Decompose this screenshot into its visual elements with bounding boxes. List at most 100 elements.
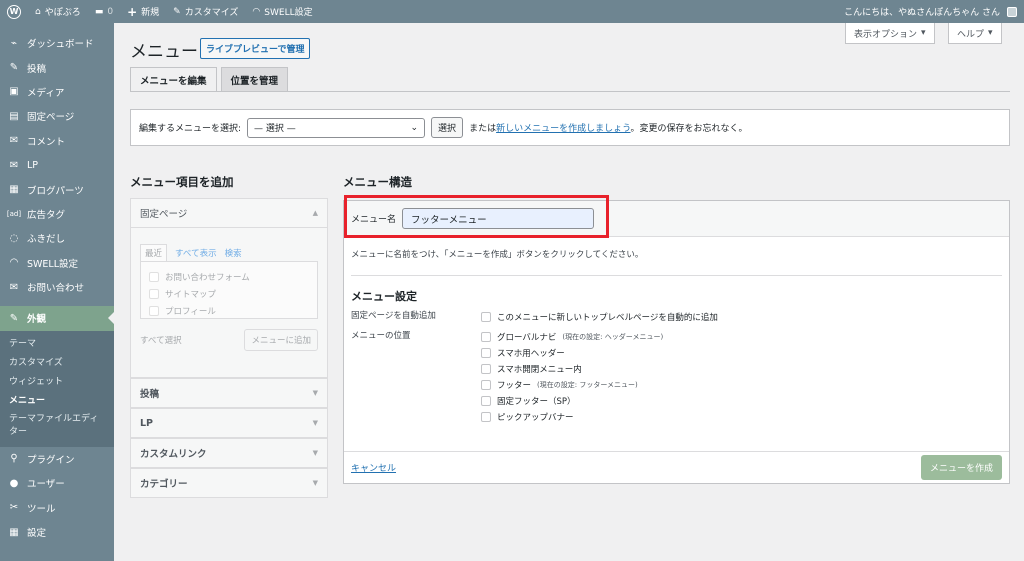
select-menu-bar: 編集するメニューを選択: — 選択 — ⌄ 選択 または新しいメニューを作成しまし… — [130, 109, 1010, 146]
avatar — [1007, 6, 1017, 17]
list-item[interactable]: サイトマップ — [149, 285, 309, 302]
select-menu-label: 編集するメニューを選択: — [139, 124, 242, 134]
checkbox[interactable] — [481, 364, 491, 374]
submenu-theme-editor[interactable]: テーマファイルエディ ター — [0, 411, 114, 441]
new-content-link[interactable]: + 新規 — [120, 0, 166, 23]
accordion-lp[interactable]: LP ▼ — [130, 408, 328, 438]
sidebar-item[interactable]: ⚲ プラグイン — [0, 447, 114, 471]
checkbox[interactable] — [481, 396, 491, 406]
caret-up-icon: ▲ — [312, 209, 318, 217]
checkbox[interactable] — [481, 412, 491, 422]
live-preview-button[interactable]: ライブプレビューで管理 — [200, 38, 311, 59]
mini-tab-view-all[interactable]: すべて表示 — [175, 244, 217, 261]
sidebar-item-appearance[interactable]: ✎ 外観 — [0, 306, 114, 331]
create-new-menu-link[interactable]: 新しいメニューを作成しましょう — [496, 124, 630, 134]
location-option-sp-toggle[interactable]: スマホ開閉メニュー内 — [481, 361, 663, 377]
sidebar-item[interactable]: ✉ LP — [0, 153, 114, 177]
sidebar-item[interactable]: ◌ ふきだし — [0, 226, 114, 250]
site-name-link[interactable]: ⌂ やぽぷろ — [28, 0, 88, 23]
sidebar-item[interactable]: ✉ コメント — [0, 129, 114, 153]
accordion-custom-links[interactable]: カスタムリンク ▼ — [130, 438, 328, 468]
submenu-customize[interactable]: カスタマイズ — [0, 354, 114, 373]
comments-link[interactable]: ▬ 0 — [88, 0, 120, 23]
wp-logo-menu[interactable]: W — [0, 0, 28, 23]
sidebar-item[interactable]: ✂ ツール — [0, 495, 114, 519]
location-option-global-nav[interactable]: グローバルナビ (現在の設定: ヘッダーメニュー) — [481, 329, 663, 345]
caret-down-icon: ▼ — [312, 449, 318, 457]
sidebar-item[interactable]: ▦ ブログパーツ — [0, 177, 114, 201]
mini-tab-search[interactable]: 検索 — [225, 244, 242, 261]
pages-mini-tabs: 最近 すべて表示 検索 — [140, 244, 318, 261]
accordion-posts[interactable]: 投稿 ▼ — [130, 378, 328, 408]
select-all-checkbox[interactable]: すべて選択 — [140, 334, 182, 346]
menu-settings-title: メニュー設定 — [351, 290, 417, 303]
sidebar-icon: [ad] — [6, 209, 22, 218]
my-account-link[interactable]: こんにちは、やぬさんぽんちゃん さん — [837, 0, 1024, 23]
location-option-pickup-banner[interactable]: ピックアップバナー — [481, 409, 663, 425]
swell-settings-link[interactable]: ◠ SWELL設定 — [245, 0, 319, 23]
brush-icon: ✎ — [173, 6, 181, 17]
sidebar-icon: ▦ — [9, 184, 19, 196]
checkbox[interactable] — [149, 288, 159, 299]
sidebar-item-label: 広告タグ — [27, 209, 66, 221]
cancel-link[interactable]: キャンセル — [351, 461, 396, 474]
sidebar-icon: ⚲ — [10, 453, 18, 465]
caret-down-icon: ▾ — [988, 28, 993, 38]
screen-options-button[interactable]: 表示オプション ▾ — [845, 23, 935, 44]
sidebar-item-label: メディア — [27, 87, 65, 99]
sidebar-item-label: ふきだし — [27, 234, 66, 246]
mini-tab-recent[interactable]: 最近 — [140, 244, 168, 261]
list-item[interactable]: お問い合わせフォーム — [149, 268, 309, 285]
menu-description: メニューに名前をつけ、「メニューを作成」ボタンをクリックしてください。 — [351, 250, 644, 260]
sidebar-item[interactable]: [ad] 広告タグ — [0, 202, 114, 226]
auto-add-checkbox[interactable] — [481, 312, 491, 322]
sidebar-icon: ⌁ — [10, 37, 18, 49]
help-button[interactable]: ヘルプ ▾ — [948, 23, 1002, 44]
tab-edit-menus[interactable]: メニューを編集 — [130, 67, 217, 92]
sidebar-item[interactable]: ▣ メディア — [0, 80, 114, 104]
sidebar-item-label: LP — [27, 159, 39, 171]
sidebar-item[interactable]: ◠ SWELL設定 — [0, 251, 114, 275]
checkbox[interactable] — [481, 380, 491, 390]
checkbox[interactable] — [149, 305, 159, 316]
select-button[interactable]: 選択 — [431, 117, 464, 138]
pages-list: お問い合わせフォーム サイトマップ プロフィール — [140, 261, 318, 319]
tab-manage-locations[interactable]: 位置を管理 — [220, 67, 289, 92]
comment-icon: ▬ — [94, 6, 104, 17]
auto-add-option[interactable]: このメニューに新しいトップレベルページを自動的に追加 — [481, 309, 718, 325]
sidebar-item[interactable]: ▦ 設定 — [0, 520, 114, 544]
add-to-menu-button[interactable]: メニューに追加 — [244, 329, 318, 351]
checkbox[interactable] — [481, 348, 491, 358]
tabs-divider — [130, 91, 1010, 92]
accordion-pages[interactable]: 固定ページ ▲ — [130, 198, 328, 228]
sidebar-item-label: お問い合わせ — [27, 283, 85, 295]
sidebar-icon: ✉ — [9, 159, 19, 171]
list-item[interactable]: プロフィール — [149, 302, 309, 319]
submenu-themes[interactable]: テーマ — [0, 335, 114, 354]
sidebar-item[interactable]: ● ユーザー — [0, 471, 114, 495]
sidebar-item[interactable]: ✎ 投稿 — [0, 55, 114, 79]
location-option-fixed-footer[interactable]: 固定フッター（SP） — [481, 393, 663, 409]
location-option-footer[interactable]: フッター (現在の設定: フッターメニュー) — [481, 377, 663, 393]
swell-icon: ◠ — [252, 6, 261, 17]
auto-add-row: 固定ページを自動追加 このメニューに新しいトップレベルページを自動的に追加 — [344, 304, 1009, 325]
location-option-sp-header[interactable]: スマホ用ヘッダー — [481, 345, 663, 361]
submenu-widgets[interactable]: ウィジェット — [0, 373, 114, 392]
submenu-menus[interactable]: メニュー — [0, 392, 114, 411]
select-menu-dropdown[interactable]: — 選択 — ⌄ — [247, 117, 426, 138]
checkbox[interactable] — [481, 332, 491, 342]
create-menu-button[interactable]: メニューを作成 — [920, 455, 1002, 480]
sidebar-item-label: 固定ページ — [27, 112, 75, 124]
sidebar-item-label: ユーザー — [27, 479, 65, 491]
page-title: メニュー — [130, 42, 198, 62]
sidebar-item[interactable]: ⌁ ダッシュボード — [0, 31, 114, 55]
sidebar-item[interactable]: ▤ 固定ページ — [0, 104, 114, 128]
sidebar-item-label: コメント — [27, 136, 66, 148]
checkbox[interactable] — [149, 271, 159, 282]
appearance-submenu: テーマ カスタマイズ ウィジェット メニュー テーマファイルエディ ター — [0, 330, 114, 447]
accordion-categories[interactable]: カテゴリー ▼ — [130, 468, 328, 498]
sidebar-item[interactable]: ✉ お問い合わせ — [0, 275, 114, 299]
customize-link[interactable]: ✎ カスタマイズ — [166, 0, 245, 23]
home-icon: ⌂ — [35, 6, 41, 17]
location-label: メニューの位置 — [351, 331, 411, 341]
